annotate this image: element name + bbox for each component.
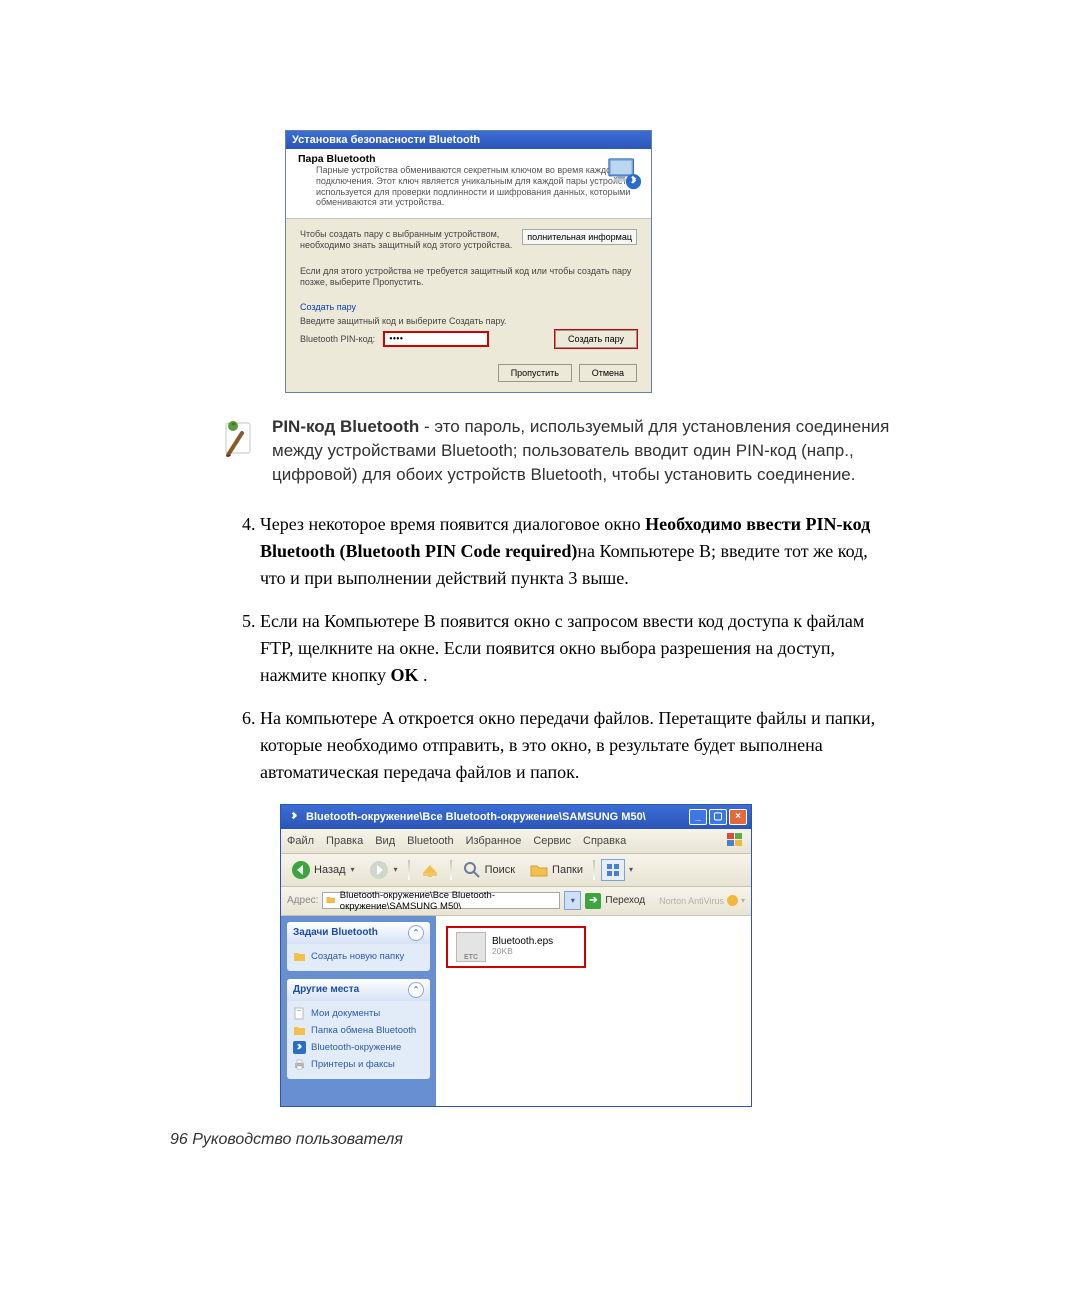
maximize-button[interactable]: ▢ [709,809,727,825]
back-button[interactable]: Назад▾ [287,859,359,881]
pair-instruction: Чтобы создать пару с выбранным устройств… [300,229,516,252]
cancel-button[interactable]: Отмена [579,364,637,382]
forward-button[interactable]: ▾ [365,859,402,881]
documents-icon [293,1007,306,1020]
create-pair-title: Создать пару [300,302,637,312]
close-button[interactable]: × [729,809,747,825]
tasks-panel-title: Задачи Bluetooth [293,927,378,938]
window-title: Bluetooth-окружение\Все Bluetooth-окруже… [306,811,687,823]
address-dropdown[interactable]: ▾ [564,891,581,910]
note-icon [220,415,256,459]
note-text: PIN-код Bluetooth - это пароль, использу… [272,415,890,486]
note-bold: PIN-код Bluetooth [272,417,419,436]
folder-new-icon [293,950,306,963]
places-panel-title: Другие места [293,984,359,995]
address-field[interactable]: Bluetooth-окружение\Все Bluetooth-окруже… [322,892,560,909]
step-4: Через некоторое время появится диалогово… [260,511,890,592]
dialog-title: Установка безопасности Bluetooth [286,131,651,149]
minimize-button[interactable]: _ [689,809,707,825]
bluetooth-window-icon [287,810,301,824]
bluetooth-icon [293,1041,306,1054]
menu-file[interactable]: Файл [287,835,314,847]
place-printers[interactable]: Принтеры и факсы [293,1056,424,1073]
enter-pin-prompt: Введите защитный код и выберите Создать … [300,316,637,326]
printer-icon [293,1058,306,1071]
note-block: PIN-код Bluetooth - это пароль, использу… [220,415,890,486]
menubar: Файл Правка Вид Bluetooth Избранное Серв… [281,829,751,854]
menu-bluetooth[interactable]: Bluetooth [407,835,453,847]
norton-shield-icon [727,895,738,906]
windows-flag-icon [725,831,747,849]
more-info-button[interactable]: полнительная информац [522,229,637,245]
go-label: Переход [605,895,645,906]
collapse-icon[interactable]: ⌃ [408,982,424,998]
step-5: Если на Компьютере B появится окно с зап… [260,608,890,689]
folders-button[interactable]: Папки [525,859,587,881]
menu-help[interactable]: Справка [583,835,626,847]
collapse-icon[interactable]: ⌃ [408,925,424,941]
menu-tools[interactable]: Сервис [533,835,571,847]
side-panel: Задачи Bluetooth ⌃ Создать новую папку [281,916,436,1106]
place-bluetooth-exchange[interactable]: Папка обмена Bluetooth [293,1022,424,1039]
monitor-bluetooth-icon [605,155,643,193]
explorer-window: Bluetooth-окружение\Все Bluetooth-окруже… [280,804,752,1107]
pin-label: Bluetooth PIN-код: [300,334,375,344]
menu-favorites[interactable]: Избранное [466,835,522,847]
create-pair-button[interactable]: Создать пару [555,330,637,348]
views-button[interactable] [601,859,625,881]
folder-icon [293,1024,306,1037]
address-folder-icon [326,895,335,907]
address-label: Адрес: [287,895,318,906]
search-button[interactable]: Поиск [458,859,519,881]
file-item[interactable]: Bluetooth.eps 20KB [446,926,586,968]
skip-button[interactable]: Пропустить [498,364,572,382]
section-desc: Парные устройства обмениваются секретным… [316,165,641,208]
step-6: На компьютере A откроется окно передачи … [260,705,890,786]
places-panel: Другие места ⌃ Мои документы Папка обмен… [287,979,430,1079]
section-heading: Пара Bluetooth [298,153,641,165]
task-new-folder[interactable]: Создать новую папку [293,948,424,965]
place-my-documents[interactable]: Мои документы [293,1005,424,1022]
up-button[interactable] [416,859,444,881]
place-bluetooth-neighborhood[interactable]: Bluetooth-окружение [293,1039,424,1056]
address-value: Bluetooth-окружение\Все Bluetooth-окруже… [340,890,557,912]
skip-note: Если для этого устройства не требуется з… [300,266,637,289]
instruction-list: Через некоторое время появится диалогово… [220,511,890,786]
pin-input[interactable] [383,331,489,347]
menu-edit[interactable]: Правка [326,835,363,847]
page-footer: 96 Руководство пользователя [170,1131,403,1149]
go-button[interactable]: ➔ [585,893,601,909]
toolbar: Назад▾ ▾ Поиск Папки ▾ [281,854,751,887]
menu-view[interactable]: Вид [375,835,395,847]
address-bar: Адрес: Bluetooth-окружение\Все Bluetooth… [281,887,751,916]
file-size: 20KB [492,947,553,956]
tasks-panel: Задачи Bluetooth ⌃ Создать новую папку [287,922,430,971]
norton-label[interactable]: Norton AntiVirus ▾ [659,895,745,906]
bluetooth-security-dialog: Установка безопасности Bluetooth Пара Bl… [285,130,652,393]
file-area[interactable]: Bluetooth.eps 20KB [436,916,751,1106]
file-icon [456,932,486,962]
